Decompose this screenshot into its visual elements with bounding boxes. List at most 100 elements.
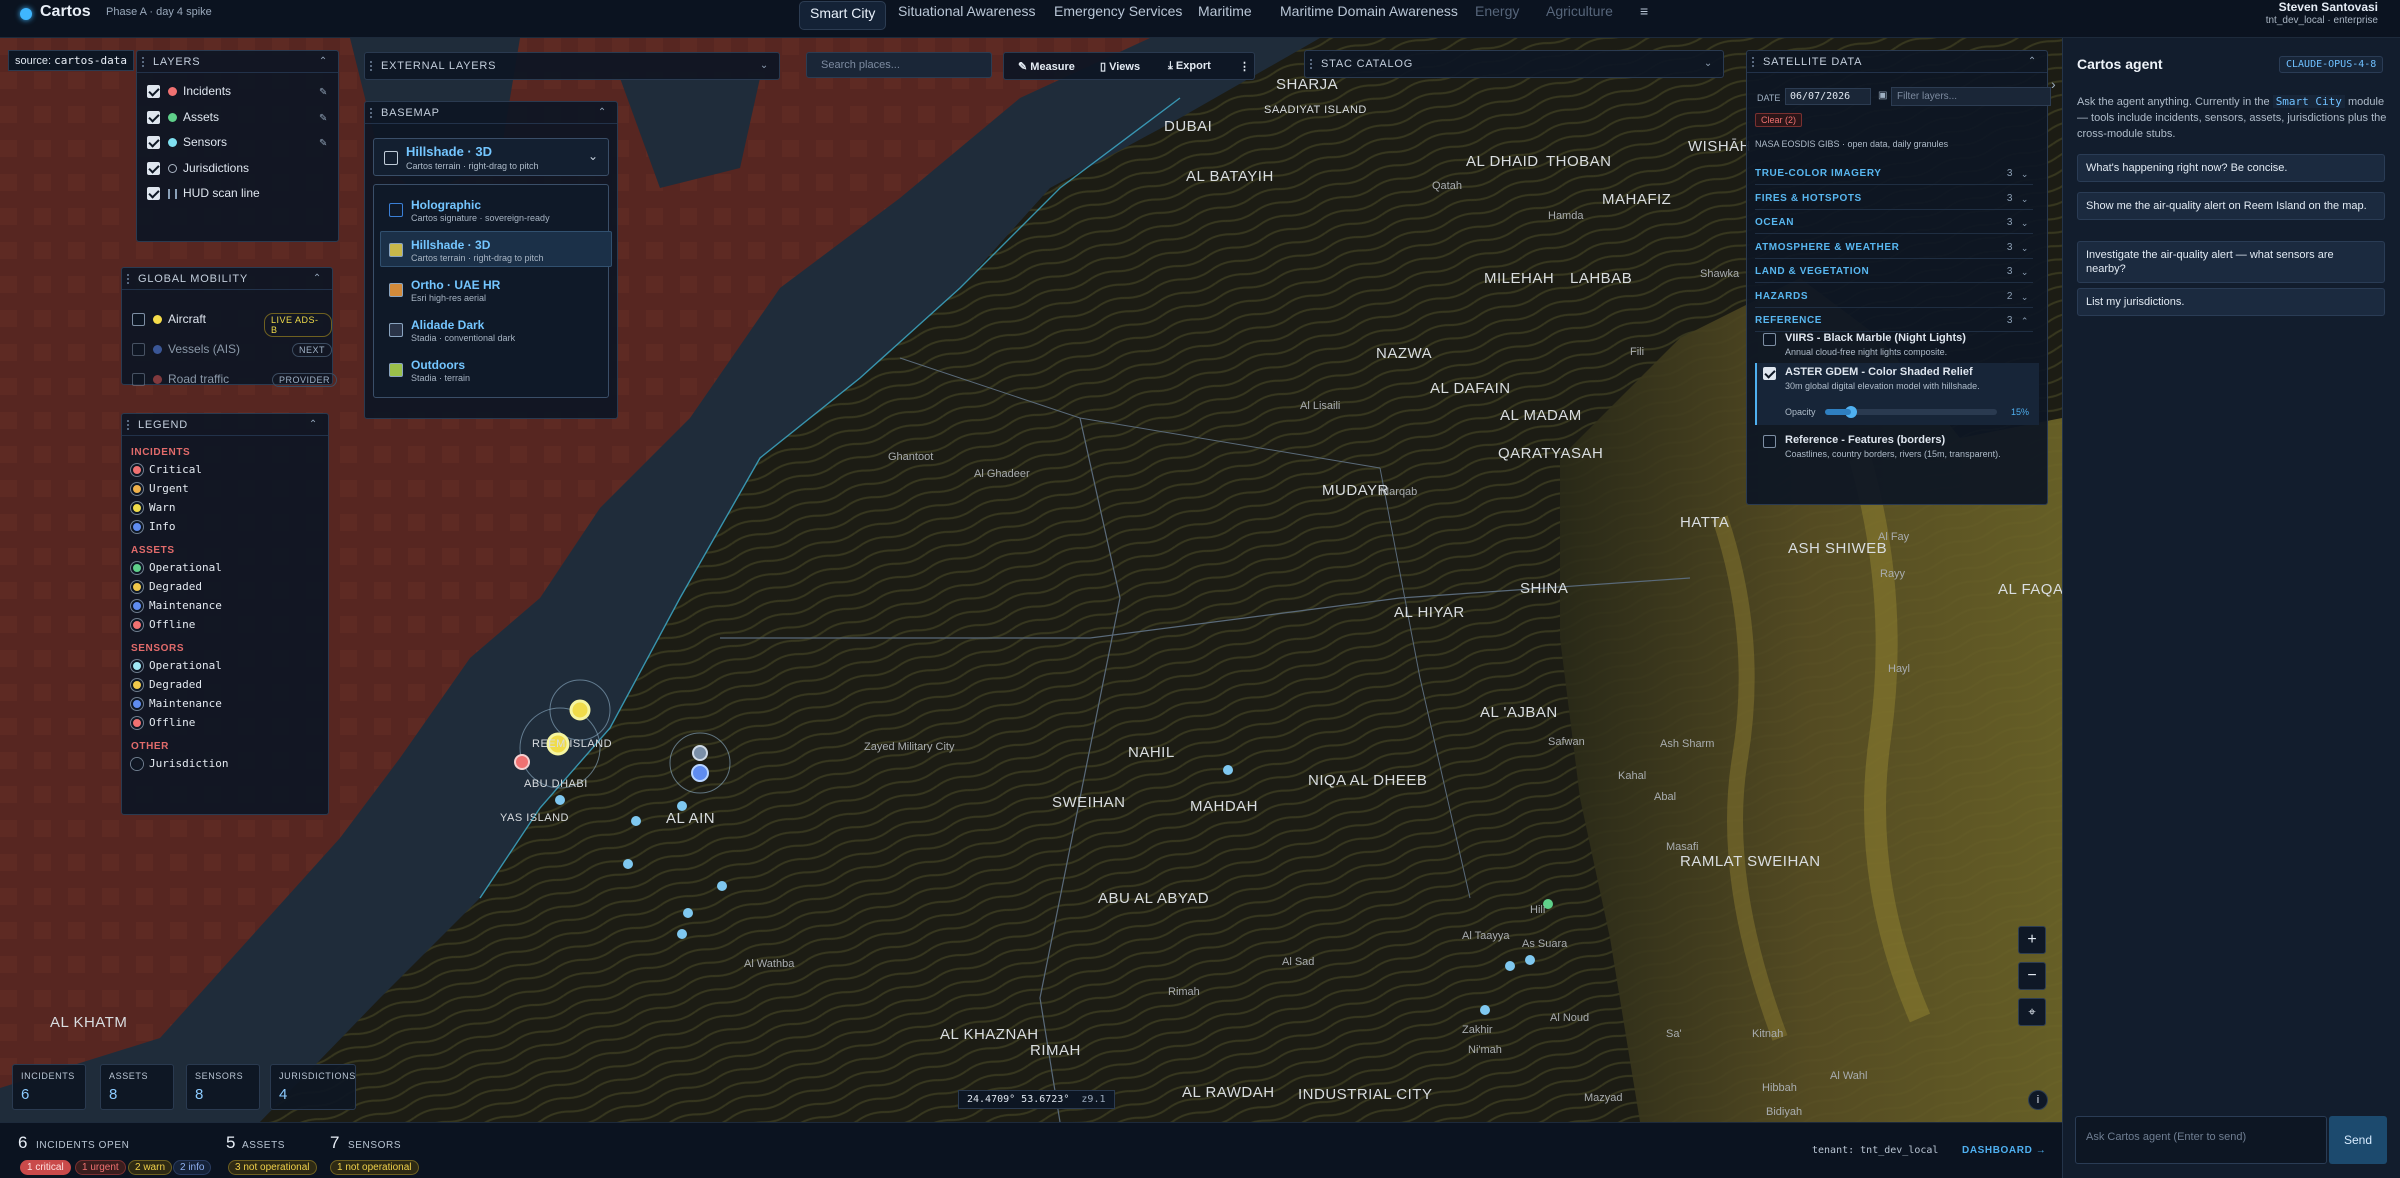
basemap-select[interactable]: Hillshade · 3D Cartos terrain · right-dr… xyxy=(373,138,609,176)
tab-maritime-domain-awareness[interactable]: Maritime Domain Awareness xyxy=(1280,3,1458,19)
legend-row: Degraded xyxy=(131,580,202,594)
basemap-option-title: Holographic xyxy=(411,198,482,212)
kpi-sensors[interactable]: SENSORS 8 xyxy=(186,1064,260,1110)
map-place-label: Ghantoot xyxy=(888,451,934,463)
crosshair-icon[interactable]: ⌖ xyxy=(2018,998,2046,1026)
layers-panel-header[interactable]: LAYERS ⌃ xyxy=(137,51,338,73)
mobility-checkbox[interactable] xyxy=(132,343,145,357)
mobility-toggle-0[interactable]: Aircraft xyxy=(132,312,206,327)
layer-checkbox[interactable] xyxy=(147,187,160,201)
reference-layer-checkbox[interactable] xyxy=(1763,367,1776,380)
tab-situational-awareness[interactable]: Situational Awareness xyxy=(898,3,1036,19)
basemap-option-1[interactable]: Hillshade · 3D Cartos terrain · right-dra… xyxy=(380,231,612,267)
views-button[interactable]: ▯ Views xyxy=(1100,60,1140,73)
user-name[interactable]: Steven Santovasi xyxy=(2279,0,2378,14)
filter-layers-input[interactable]: Filter layers... xyxy=(1891,87,2051,106)
satellite-category-5[interactable]: HAZARDS 2 ⌄ xyxy=(1755,286,2033,308)
legend-header[interactable]: LEGEND ⌃ xyxy=(122,414,328,436)
external-layers-header[interactable]: EXTERNAL LAYERS ⌄ xyxy=(365,53,779,79)
opacity-value: 15% xyxy=(2011,407,2030,417)
basemap-option-2[interactable]: Ortho · UAE HR Esri high-res aerial xyxy=(380,271,612,307)
global-mobility-header[interactable]: GLOBAL MOBILITY ⌃ xyxy=(122,268,332,290)
category-count: 3 xyxy=(2006,266,2013,277)
hamburger-icon[interactable]: ≡ xyxy=(1640,3,1648,19)
mobility-toggle-1[interactable]: Vessels (AIS) xyxy=(132,342,240,357)
basemap-option-4[interactable]: Outdoors Stadia · terrain xyxy=(380,351,612,387)
reference-layer-checkbox[interactable] xyxy=(1763,333,1776,346)
satellite-category-0[interactable]: TRUE-COLOR IMAGERY 3 ⌄ xyxy=(1755,163,2033,185)
calendar-icon[interactable]: ▣ xyxy=(1878,90,1887,101)
layer-checkbox[interactable] xyxy=(147,85,160,99)
suggestion-chip[interactable]: Show me the air-quality alert on Reem Is… xyxy=(2077,192,2385,220)
legend-panel: LEGEND ⌃ INCIDENTS Critical Urgent Warn Info A… xyxy=(121,413,329,815)
reference-layer-checkbox[interactable] xyxy=(1763,435,1776,448)
tab-maritime[interactable]: Maritime xyxy=(1198,3,1252,19)
dashboard-link[interactable]: DASHBOARD → xyxy=(1962,1145,2046,1156)
suggestion-chip[interactable]: Investigate the air-quality alert — what… xyxy=(2077,241,2385,283)
layer-checkbox[interactable] xyxy=(147,136,160,150)
collapse-chevron-icon[interactable]: › xyxy=(2051,76,2056,92)
basemap-header[interactable]: BASEMAP ⌃ xyxy=(365,102,617,124)
kpi-jurisdictions[interactable]: JURISDICTIONS 4 xyxy=(270,1064,356,1110)
satellite-category-3[interactable]: ATMOSPHERE & WEATHER 3 ⌄ xyxy=(1755,237,2033,259)
edit-icon[interactable]: ✎ xyxy=(319,113,327,124)
edit-icon[interactable]: ✎ xyxy=(319,138,327,149)
satellite-category-6[interactable]: REFERENCE 3 ⌃ xyxy=(1755,310,2033,332)
search-input[interactable]: Search places... xyxy=(806,52,992,78)
basemap-option-0[interactable]: Holographic Cartos signature · sovereign-… xyxy=(380,191,612,227)
layer-toggle-1[interactable]: Assets xyxy=(147,110,219,124)
date-input[interactable]: 06/07/2026 xyxy=(1785,88,1872,105)
suggestion-chip[interactable]: List my jurisdictions. xyxy=(2077,288,2385,316)
status-tag: 1 urgent xyxy=(75,1160,126,1175)
stac-catalog-header[interactable]: STAC CATALOG ⌄ xyxy=(1305,51,1723,77)
chat-input[interactable]: Ask Cartos agent (Enter to send) xyxy=(2075,1116,2327,1164)
legend-label: Warn xyxy=(149,501,176,514)
legend-swatch-icon xyxy=(131,600,143,613)
kpi-assets[interactable]: ASSETS 8 xyxy=(100,1064,174,1110)
edit-icon[interactable]: ✎ xyxy=(319,87,327,98)
zoom-in-button[interactable]: + xyxy=(2018,926,2046,954)
map-place-label: Masafi xyxy=(1666,841,1699,853)
chevron-down-icon: ⌄ xyxy=(2020,169,2029,179)
basemap-option-sub: Esri high-res aerial xyxy=(411,293,487,303)
satellite-category-1[interactable]: FIRES & HOTSPOTS 3 ⌄ xyxy=(1755,188,2033,210)
tab-agriculture[interactable]: Agriculture xyxy=(1546,3,1613,19)
agent-chat-panel: Cartos agent CLAUDE-OPUS-4-8 Ask the age… xyxy=(2051,38,2400,1178)
export-button[interactable]: ⤓ Export xyxy=(1168,60,1211,73)
tab-emergency-services[interactable]: Emergency Services xyxy=(1054,3,1182,19)
layer-toggle-3[interactable]: Jurisdictions xyxy=(147,161,249,175)
layer-checkbox[interactable] xyxy=(147,161,160,175)
clear-filter-button[interactable]: Clear (2) xyxy=(1755,113,1803,127)
basemap-swatch-icon xyxy=(389,243,403,257)
send-button[interactable]: Send xyxy=(2329,1116,2387,1164)
layer-checkbox[interactable] xyxy=(147,110,160,124)
basemap-swatch-icon xyxy=(384,151,398,165)
tab-energy[interactable]: Energy xyxy=(1475,3,1519,19)
kpi-incidents[interactable]: INCIDENTS 6 xyxy=(12,1064,86,1110)
legend-row: Info xyxy=(131,520,176,534)
map-place-label: Safwan xyxy=(1548,736,1585,748)
map-place-label: Zayed Military City xyxy=(864,741,955,753)
satellite-data-header[interactable]: SATELLITE DATA ⌃ xyxy=(1747,51,2047,73)
layer-label: Sensors xyxy=(183,135,228,149)
layer-toggle-2[interactable]: Sensors xyxy=(147,135,228,150)
mobility-checkbox[interactable] xyxy=(132,313,145,327)
basemap-option-3[interactable]: Alidade Dark Stadia · conventional dark xyxy=(380,311,612,347)
chevron-down-icon: ⌄ xyxy=(2020,242,2029,253)
zoom-out-button[interactable]: − xyxy=(2018,962,2046,990)
measure-button[interactable]: ✎ Measure xyxy=(1018,60,1075,73)
external-layers-panel[interactable]: EXTERNAL LAYERS ⌄ xyxy=(364,52,780,80)
more-icon[interactable]: ⋮ xyxy=(1239,60,1250,73)
tab-smart-city[interactable]: Smart City xyxy=(799,1,887,30)
layer-toggle-0[interactable]: Incidents xyxy=(147,84,231,99)
info-icon[interactable]: i xyxy=(2028,1090,2048,1110)
legend-label: Degraded xyxy=(149,580,202,593)
mobility-toggle-2[interactable]: Road traffic xyxy=(132,372,229,387)
layer-toggle-4[interactable]: HUD scan line xyxy=(147,186,260,201)
mobility-checkbox[interactable] xyxy=(132,373,145,387)
category-name: FIRES & HOTSPOTS xyxy=(1755,192,1862,204)
suggestion-chip[interactable]: What's happening right now? Be concise. xyxy=(2077,154,2385,182)
stac-catalog-panel[interactable]: STAC CATALOG ⌄ xyxy=(1304,50,1724,78)
satellite-category-4[interactable]: LAND & VEGETATION 3 ⌄ xyxy=(1755,261,2033,283)
satellite-category-2[interactable]: OCEAN 3 ⌄ xyxy=(1755,212,2033,234)
